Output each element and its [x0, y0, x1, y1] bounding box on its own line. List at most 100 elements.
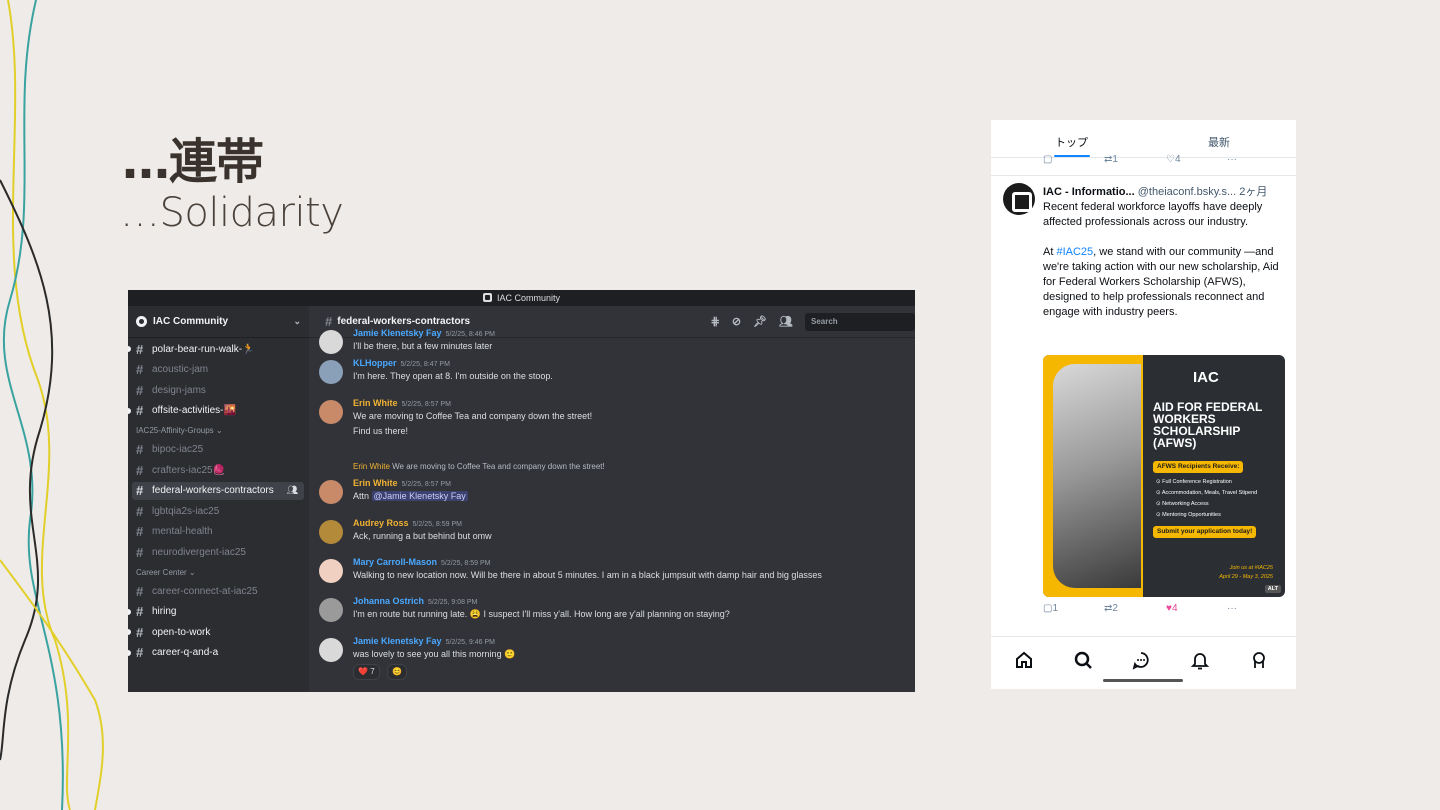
- message-text: Find us there!: [353, 426, 409, 436]
- sidebar-channel[interactable]: # lgbtqia2s-iac25: [132, 502, 304, 520]
- message-author[interactable]: Erin White 5/2/25, 8:57 PM: [353, 398, 451, 408]
- chevron-down-icon: ⌄: [293, 316, 301, 326]
- post-author-line: IAC - Informatio... @theiaconf.bsky.s...…: [1043, 183, 1267, 199]
- avatar[interactable]: [319, 638, 343, 662]
- search-input[interactable]: Search: [805, 312, 915, 331]
- header-tools: ⋕ ⊘ 📌︎ 👥︎ Search: [711, 312, 915, 331]
- reply-preview[interactable]: Erin White We are moving to Coffee Tea a…: [353, 462, 605, 471]
- sidebar-channel[interactable]: # hiring: [128, 603, 304, 621]
- server-icon: [136, 316, 147, 327]
- sidebar-channel[interactable]: # offsite-activities-🌇: [128, 402, 304, 420]
- sidebar-channel[interactable]: # polar-bear-run-walk-🏃: [128, 340, 304, 358]
- message-time: 5/2/25, 8:47 PM: [400, 361, 450, 368]
- slide-title-jp: …連帯: [122, 134, 264, 190]
- window-titlebar: IAC Community: [128, 290, 915, 306]
- message-text: Attn @Jamie Klenetsky Fay: [353, 491, 468, 501]
- sidebar-channel[interactable]: # career-q-and-a: [128, 644, 304, 662]
- sidebar-channel[interactable]: # design-jams: [132, 381, 304, 399]
- hashtag-link[interactable]: #IAC25: [1056, 246, 1093, 258]
- message-author[interactable]: Johanna Ostrich 5/2/25, 9:08 PM: [353, 596, 477, 606]
- sidebar-channel[interactable]: # acoustic-jam: [132, 361, 304, 379]
- sidebar-channel[interactable]: # open-to-work: [128, 623, 304, 641]
- reply-button[interactable]: ▢ 1: [1043, 603, 1058, 614]
- message-time: 5/2/25, 8:46 PM: [445, 331, 495, 338]
- mention[interactable]: @Jamie Klenetsky Fay: [371, 491, 468, 501]
- search-icon[interactable]: [1073, 650, 1093, 670]
- author-handle: @theiaconf.bsky.s...: [1137, 186, 1237, 198]
- chat-main: # federal-workers-contractors ⋕ ⊘ 📌︎ 👥︎ …: [309, 306, 915, 692]
- hash-icon: #: [136, 362, 144, 378]
- message-author[interactable]: KLHopper 5/2/25, 8:47 PM: [353, 358, 450, 368]
- sidebar-channel[interactable]: # mental-health: [132, 523, 304, 541]
- channel-name: offsite-activities-🌇: [152, 405, 236, 417]
- hash-icon: #: [136, 441, 144, 457]
- repost-count[interactable]: ⇄ 1: [1104, 154, 1118, 165]
- more-icon[interactable]: ···: [1227, 154, 1237, 165]
- message-text: Ack, running a but behind but omw: [353, 531, 492, 541]
- alt-badge[interactable]: ALT: [1264, 585, 1281, 593]
- channel-name: lgbtqia2s-iac25: [152, 505, 220, 517]
- message-text: I'm here. They open at 8. I'm outside on…: [353, 371, 553, 381]
- image-footer-1: Join us at #IAC25: [1229, 565, 1273, 571]
- sidebar-channel[interactable]: # neurodivergent-iac25: [132, 543, 304, 561]
- message-author[interactable]: Erin White 5/2/25, 8:57 PM: [353, 478, 451, 488]
- hash-icon: #: [136, 544, 144, 560]
- mute-icon[interactable]: ⊘: [732, 315, 741, 328]
- channel-category[interactable]: Career Center ⌄: [136, 568, 196, 577]
- image-list-item: ⊙ Mentoring Opportunities: [1156, 512, 1221, 518]
- repost-button[interactable]: ⇄ 2: [1104, 603, 1118, 614]
- bluesky-panel: トップ 最新 ▢ ⇄ 1 ♡ 4 ··· IAC - Informatio...…: [991, 120, 1296, 689]
- reply-icon[interactable]: ▢: [1043, 154, 1052, 165]
- hash-icon: #: [136, 524, 144, 540]
- message-author[interactable]: Jamie Klenetsky Fay 5/2/25, 9:46 PM: [353, 636, 495, 646]
- message-author[interactable]: Mary Carroll-Mason 5/2/25, 8:59 PM: [353, 557, 490, 567]
- bell-icon[interactable]: [1190, 650, 1210, 670]
- reaction[interactable]: ❤️ 7: [353, 664, 380, 680]
- reaction[interactable]: 😊: [387, 664, 407, 680]
- threads-icon[interactable]: ⋕: [711, 315, 720, 328]
- tab-top[interactable]: トップ: [1055, 134, 1088, 150]
- channel-header-title: federal-workers-contractors: [337, 316, 471, 327]
- sidebar-channel[interactable]: # federal-workers-contractors 👥︎: [132, 481, 304, 500]
- members-icon[interactable]: 👥︎: [779, 315, 793, 328]
- hash-icon: #: [136, 645, 144, 661]
- tab-latest[interactable]: 最新: [1208, 134, 1230, 150]
- avatar[interactable]: [319, 330, 343, 354]
- add-member-icon[interactable]: 👥︎: [287, 485, 298, 496]
- profile-icon[interactable]: [1249, 650, 1269, 670]
- like-button[interactable]: ♥ 4: [1166, 603, 1178, 614]
- avatar[interactable]: [319, 559, 343, 583]
- sidebar-channel[interactable]: # career-connect-at-iac25: [132, 582, 304, 600]
- iac-logo: IAC: [1193, 369, 1219, 386]
- server-name: IAC Community: [153, 316, 228, 327]
- home-icon[interactable]: [1014, 650, 1034, 670]
- hash-icon: #: [136, 624, 144, 640]
- pin-icon[interactable]: 📌︎: [753, 315, 767, 328]
- message-time: 5/2/25, 9:46 PM: [445, 639, 495, 646]
- avatar[interactable]: [319, 480, 343, 504]
- sidebar-channel[interactable]: # crafters-iac25🧶: [132, 461, 304, 479]
- app-logo-icon: [482, 293, 492, 302]
- author-name[interactable]: IAC - Informatio...: [1043, 186, 1135, 198]
- avatar[interactable]: [1003, 183, 1035, 215]
- message-text: I'll be there, but a few minutes later: [353, 341, 493, 351]
- avatar[interactable]: [319, 400, 343, 424]
- message-author[interactable]: Audrey Ross 5/2/25, 8:59 PM: [353, 518, 462, 528]
- post-image[interactable]: IAC AID FOR FEDERAL WORKERS SCHOLARSHIP …: [1043, 355, 1285, 597]
- avatar[interactable]: [319, 598, 343, 622]
- server-header[interactable]: IAC Community ⌄: [128, 306, 309, 338]
- image-list-item: ⊙ Accommodation, Meals, Travel Stipend: [1156, 490, 1258, 496]
- message-author[interactable]: Jamie Klenetsky Fay 5/2/25, 8:46 PM: [353, 328, 495, 338]
- chat-icon[interactable]: [1131, 650, 1151, 670]
- message-text: Walking to new location now. Will be the…: [353, 570, 822, 580]
- channel-category[interactable]: IAC25-Affinity-Groups ⌄: [136, 426, 223, 435]
- channel-name: acoustic-jam: [152, 364, 209, 376]
- message-time: 5/2/25, 8:57 PM: [401, 481, 451, 488]
- message-time: 5/2/25, 8:59 PM: [412, 521, 462, 528]
- avatar[interactable]: [319, 520, 343, 544]
- avatar[interactable]: [319, 360, 343, 384]
- sidebar-channel[interactable]: # bipoc-iac25: [132, 440, 304, 458]
- more-button[interactable]: ···: [1227, 603, 1237, 614]
- divider: [991, 175, 1296, 176]
- like-count[interactable]: ♡ 4: [1166, 154, 1181, 165]
